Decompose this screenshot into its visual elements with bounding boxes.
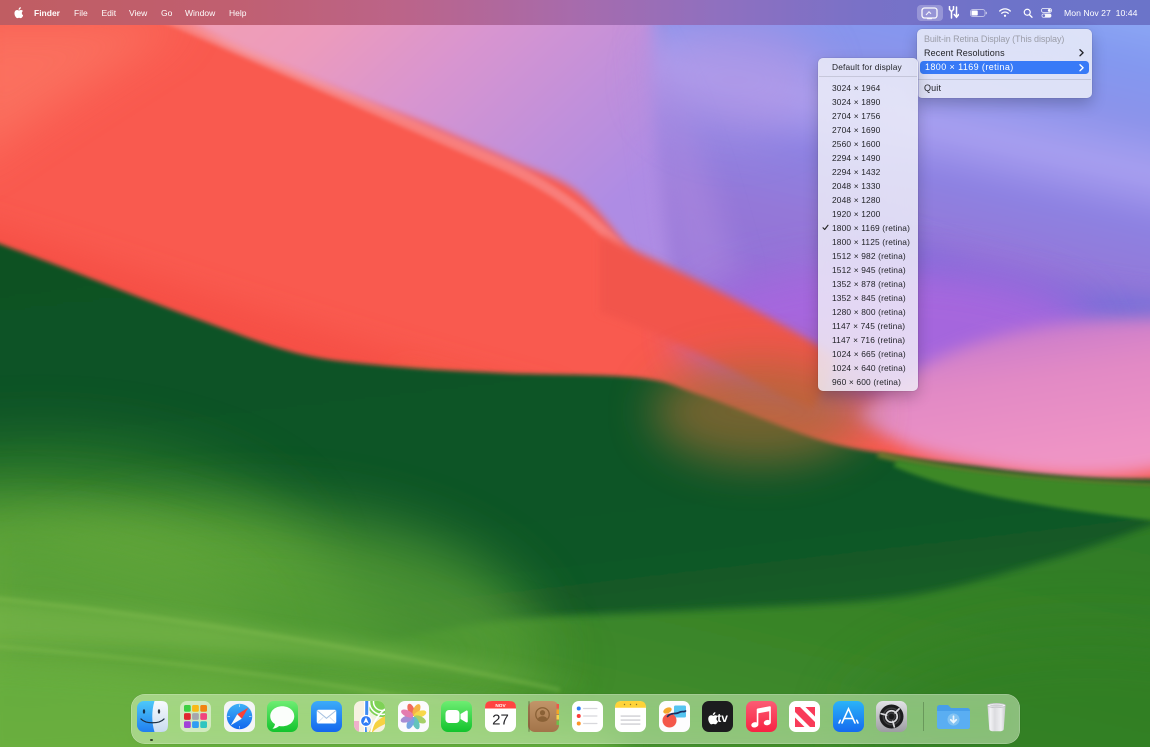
svg-text:NOV: NOV xyxy=(495,703,506,709)
svg-text:27: 27 xyxy=(492,712,509,729)
svg-text:tv: tv xyxy=(717,711,728,725)
